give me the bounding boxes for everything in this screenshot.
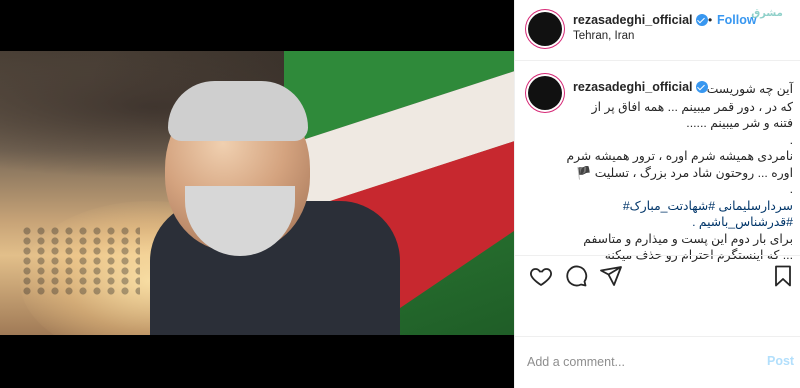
caption-hashtag-line[interactable]: سردارسلیمانی #شهادتت_مبارک# — [525, 198, 793, 215]
share-icon[interactable] — [599, 264, 623, 288]
watermark-logo: مشرق — [741, 8, 793, 52]
caption-line: آین چه شوریست — [706, 82, 793, 96]
caption-line: برای بار دوم این پست و میذارم و متاسفم — [583, 231, 793, 246]
header-username[interactable]: rezasadeghi_official — [573, 13, 708, 27]
post-side-panel: rezasadeghi_official • Follow Tehran, Ir… — [514, 0, 800, 388]
person-hair — [168, 81, 308, 141]
watermark-text: مشرق — [751, 8, 783, 19]
caption-line: اوره ... روحتون شاد مرد بزرگ ، تسلیت 🏴 — [576, 165, 793, 180]
birds-flock — [20, 226, 140, 296]
post-media-area — [0, 0, 514, 388]
comment-icon[interactable] — [564, 264, 588, 288]
caption-line: نامردی همیشه شرم اوره ، ترور همیشه شرم — [566, 149, 793, 163]
post-header: rezasadeghi_official • Follow Tehran, Ir… — [515, 0, 800, 61]
avatar[interactable] — [528, 12, 562, 46]
post-caption: آین چه شوریست که در ، دور قمر میبینم ...… — [525, 81, 793, 264]
caption-line: . — [789, 132, 793, 147]
comment-divider — [515, 336, 800, 337]
bookmark-icon[interactable] — [771, 264, 795, 288]
heart-icon[interactable] — [529, 264, 553, 288]
verified-badge-icon — [695, 14, 708, 26]
caption-hashtag-line[interactable]: #قدرشناس_باشیم . — [525, 214, 793, 231]
caption-line: که در ، دور قمر میبینم ... همه افاق پر ا… — [591, 99, 793, 114]
caption-line: فتنه و شر میبینم ...... — [686, 116, 793, 130]
separator-dot: • — [708, 13, 713, 27]
post-image[interactable] — [0, 51, 514, 335]
comment-input[interactable] — [527, 352, 747, 372]
username-text[interactable]: rezasadeghi_official — [573, 13, 693, 27]
post-button[interactable]: Post — [767, 354, 794, 368]
location-link[interactable]: Tehran, Iran — [573, 30, 634, 42]
post-actions-bar — [515, 255, 800, 296]
caption-line: . — [789, 182, 793, 196]
